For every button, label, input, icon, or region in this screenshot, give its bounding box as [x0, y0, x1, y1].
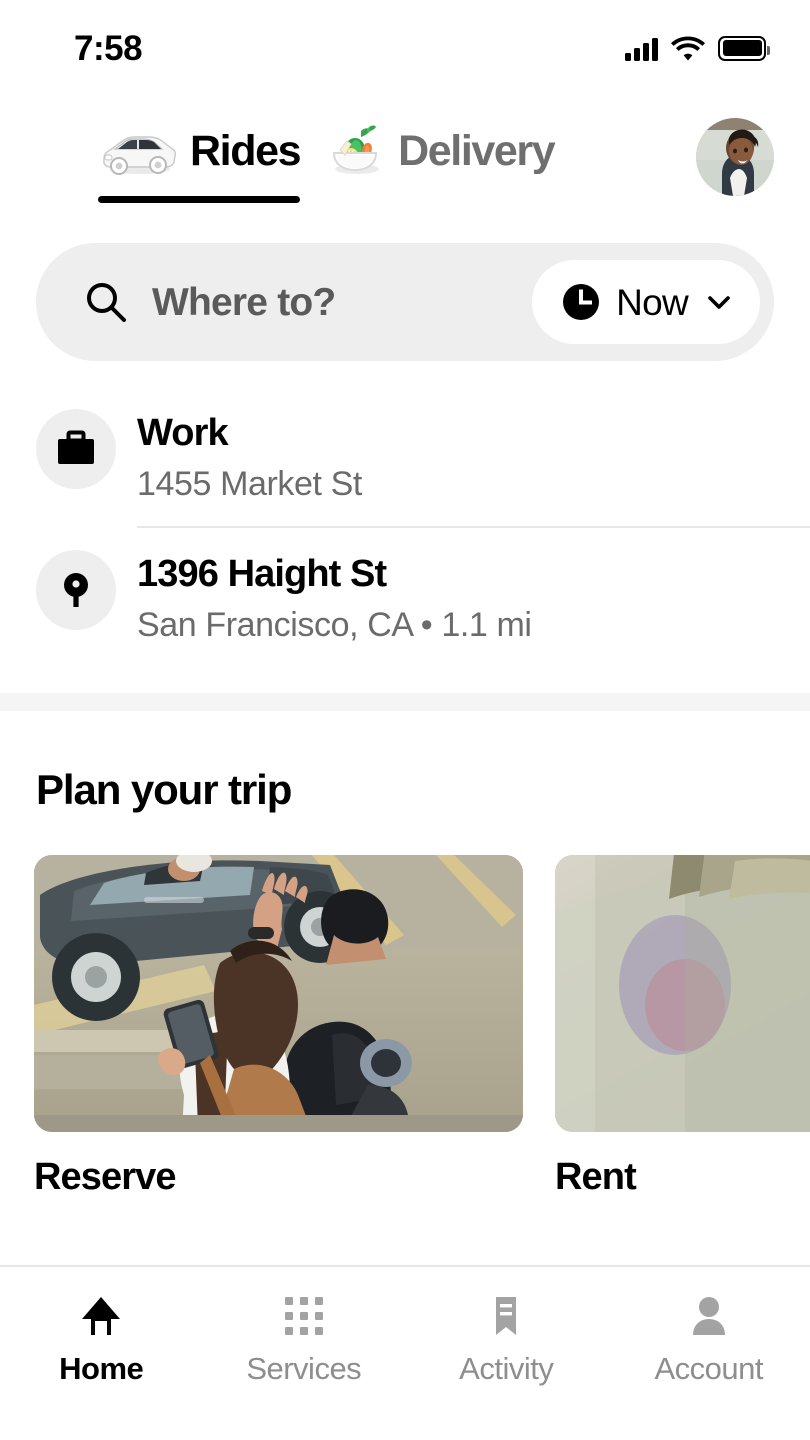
nav-item-home[interactable]: Home: [0, 1293, 203, 1384]
nav-label-services: Services: [246, 1351, 362, 1386]
place-subtitle: 1455 Market St: [137, 464, 362, 503]
place-text: Work 1455 Market St: [137, 409, 774, 504]
rent-card-image: [555, 854, 810, 1132]
receipt-icon: [496, 1297, 517, 1335]
nav-label-activity: Activity: [459, 1351, 554, 1386]
tab-delivery-label: Delivery: [398, 126, 556, 175]
status-bar-clock: 7:58: [74, 28, 143, 68]
bottom-navigation-bar: Home Services Activity Account: [0, 1265, 810, 1440]
trip-card-carousel[interactable]: Reserve Rent: [0, 811, 810, 1196]
schedule-time-picker[interactable]: Now: [532, 260, 760, 344]
wifi-icon: [671, 36, 705, 60]
saved-places-list: Work 1455 Market St 1396 Haight St San F…: [0, 361, 810, 667]
nav-item-services[interactable]: Services: [203, 1293, 406, 1384]
briefcase-icon: [36, 409, 116, 489]
mode-tabs: Rides Delivery: [36, 125, 696, 203]
schedule-time-label: Now: [616, 281, 689, 323]
car-emoji: [98, 125, 176, 177]
nav-item-account[interactable]: Account: [608, 1293, 810, 1384]
plan-your-trip-section: Plan your trip Reserve Rent: [0, 711, 810, 1265]
search-section: Where to? Now: [0, 196, 810, 361]
food-bowl-emoji: [326, 125, 384, 177]
tab-rides-label: Rides: [190, 126, 302, 175]
clock-icon: [563, 284, 600, 320]
place-title: Work: [137, 412, 229, 454]
list-item[interactable]: Work 1455 Market St: [0, 387, 810, 526]
section-title: Plan your trip: [36, 765, 292, 813]
map-pin-icon: [36, 549, 116, 630]
nav-label-account: Account: [654, 1351, 763, 1386]
list-item[interactable]: 1396 Haight St San Francisco, CA • 1.1 m…: [0, 528, 810, 667]
profile-avatar[interactable]: [696, 118, 774, 196]
battery-icon: [718, 35, 770, 61]
person-icon: [692, 1297, 725, 1335]
grid-dots-icon: [281, 1293, 327, 1339]
card-label: Rent: [555, 1155, 637, 1196]
search-input[interactable]: Where to?: [152, 283, 532, 322]
tab-rides[interactable]: Rides: [98, 125, 302, 203]
nav-label-home: Home: [59, 1351, 144, 1386]
mode-tab-bar: Rides Delivery: [0, 96, 810, 203]
place-subtitle: San Francisco, CA • 1.1 mi: [137, 605, 532, 644]
cellular-signal-icon: [625, 36, 658, 61]
status-bar: 7:58: [0, 0, 810, 96]
place-text: 1396 Haight St San Francisco, CA • 1.1 m…: [137, 550, 774, 645]
status-bar-icons: [625, 35, 770, 61]
search-icon: [87, 283, 126, 322]
home-icon: [82, 1297, 121, 1335]
card-label: Reserve: [34, 1155, 177, 1196]
nav-item-activity[interactable]: Activity: [405, 1293, 608, 1384]
chevron-down-icon: [708, 296, 730, 309]
card-reserve[interactable]: Reserve: [34, 854, 523, 1196]
place-title: 1396 Haight St: [137, 552, 387, 595]
card-rent[interactable]: Rent: [555, 854, 810, 1196]
app-screen: 7:58 Rides Delivery Where to? Now Work 1…: [0, 0, 810, 1440]
search-bar[interactable]: Where to? Now: [36, 243, 774, 361]
reserve-card-image: [34, 854, 523, 1132]
section-separator: [0, 692, 810, 711]
tab-delivery[interactable]: Delivery: [326, 125, 556, 189]
